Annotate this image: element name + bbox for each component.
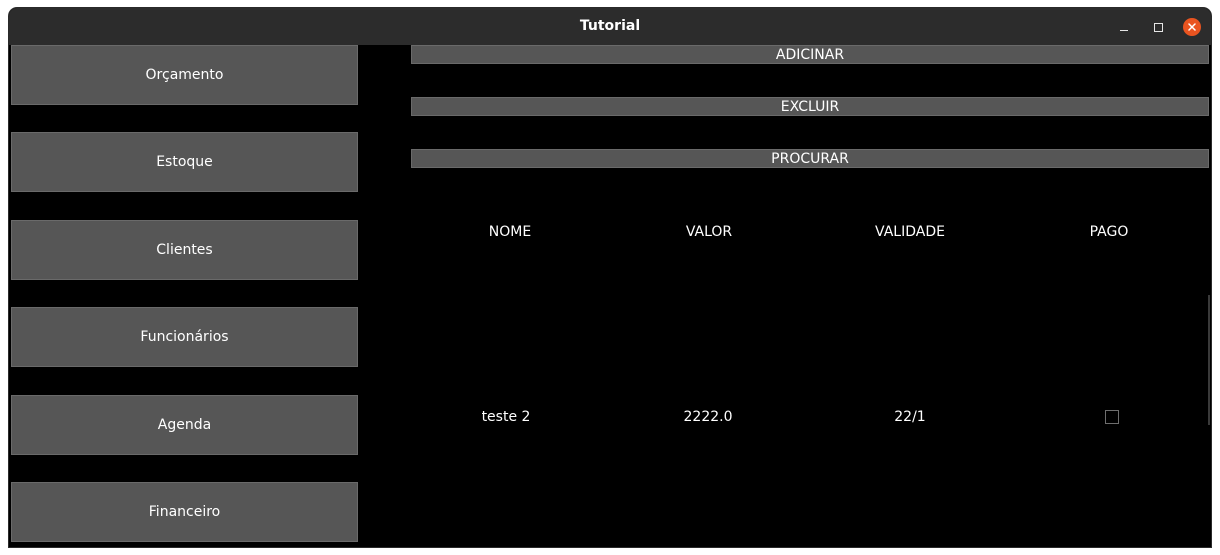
- cell-valor: 2222.0: [683, 409, 733, 425]
- search-button[interactable]: PROCURAR: [411, 149, 1209, 168]
- paid-checkbox[interactable]: [1105, 410, 1119, 424]
- nav-button-funcionarios[interactable]: Funcionários: [11, 307, 358, 367]
- column-header-pago: PAGO: [1089, 224, 1129, 240]
- nav-button-agenda[interactable]: Agenda: [11, 395, 358, 455]
- nav-button-estoque[interactable]: Estoque: [11, 132, 358, 192]
- nav-button-label: Funcionários: [140, 329, 229, 345]
- add-button-label: ADICINAR: [775, 46, 845, 63]
- title-bar: Tutorial: [9, 8, 1211, 45]
- nav-button-label: Orçamento: [145, 67, 224, 83]
- delete-button[interactable]: EXCLUIR: [411, 97, 1209, 116]
- nav-button-label: Financeiro: [148, 504, 221, 520]
- main-content: Orçamento Estoque Clientes Funcionários …: [9, 45, 1211, 547]
- scrollbar[interactable]: [1208, 295, 1210, 425]
- cell-validade: 22/1: [894, 409, 926, 425]
- maximize-icon: [1153, 22, 1163, 32]
- minimize-icon: [1120, 24, 1128, 31]
- add-button[interactable]: ADICINAR: [411, 45, 1209, 64]
- column-header-nome: NOME: [488, 224, 532, 240]
- nav-button-orcamento[interactable]: Orçamento: [11, 45, 358, 105]
- column-header-validade: VALIDADE: [875, 224, 945, 240]
- nav-button-label: Estoque: [156, 154, 213, 170]
- nav-button-label: Clientes: [156, 242, 213, 258]
- close-button[interactable]: [1182, 17, 1202, 37]
- nav-button-label: Agenda: [157, 417, 212, 433]
- delete-button-label: EXCLUIR: [780, 98, 840, 115]
- window-title: Tutorial: [579, 18, 641, 34]
- cell-nome: teste 2: [481, 409, 531, 425]
- nav-button-clientes[interactable]: Clientes: [11, 220, 358, 280]
- column-header-valor: VALOR: [685, 224, 733, 240]
- close-icon: [1183, 18, 1201, 36]
- search-button-label: PROCURAR: [771, 150, 849, 167]
- maximize-button[interactable]: [1148, 17, 1168, 37]
- app-window: Tutorial Orçamento Estoque Clientes Func…: [9, 8, 1211, 547]
- nav-button-financeiro[interactable]: Financeiro: [11, 482, 358, 542]
- minimize-button[interactable]: [1114, 17, 1134, 37]
